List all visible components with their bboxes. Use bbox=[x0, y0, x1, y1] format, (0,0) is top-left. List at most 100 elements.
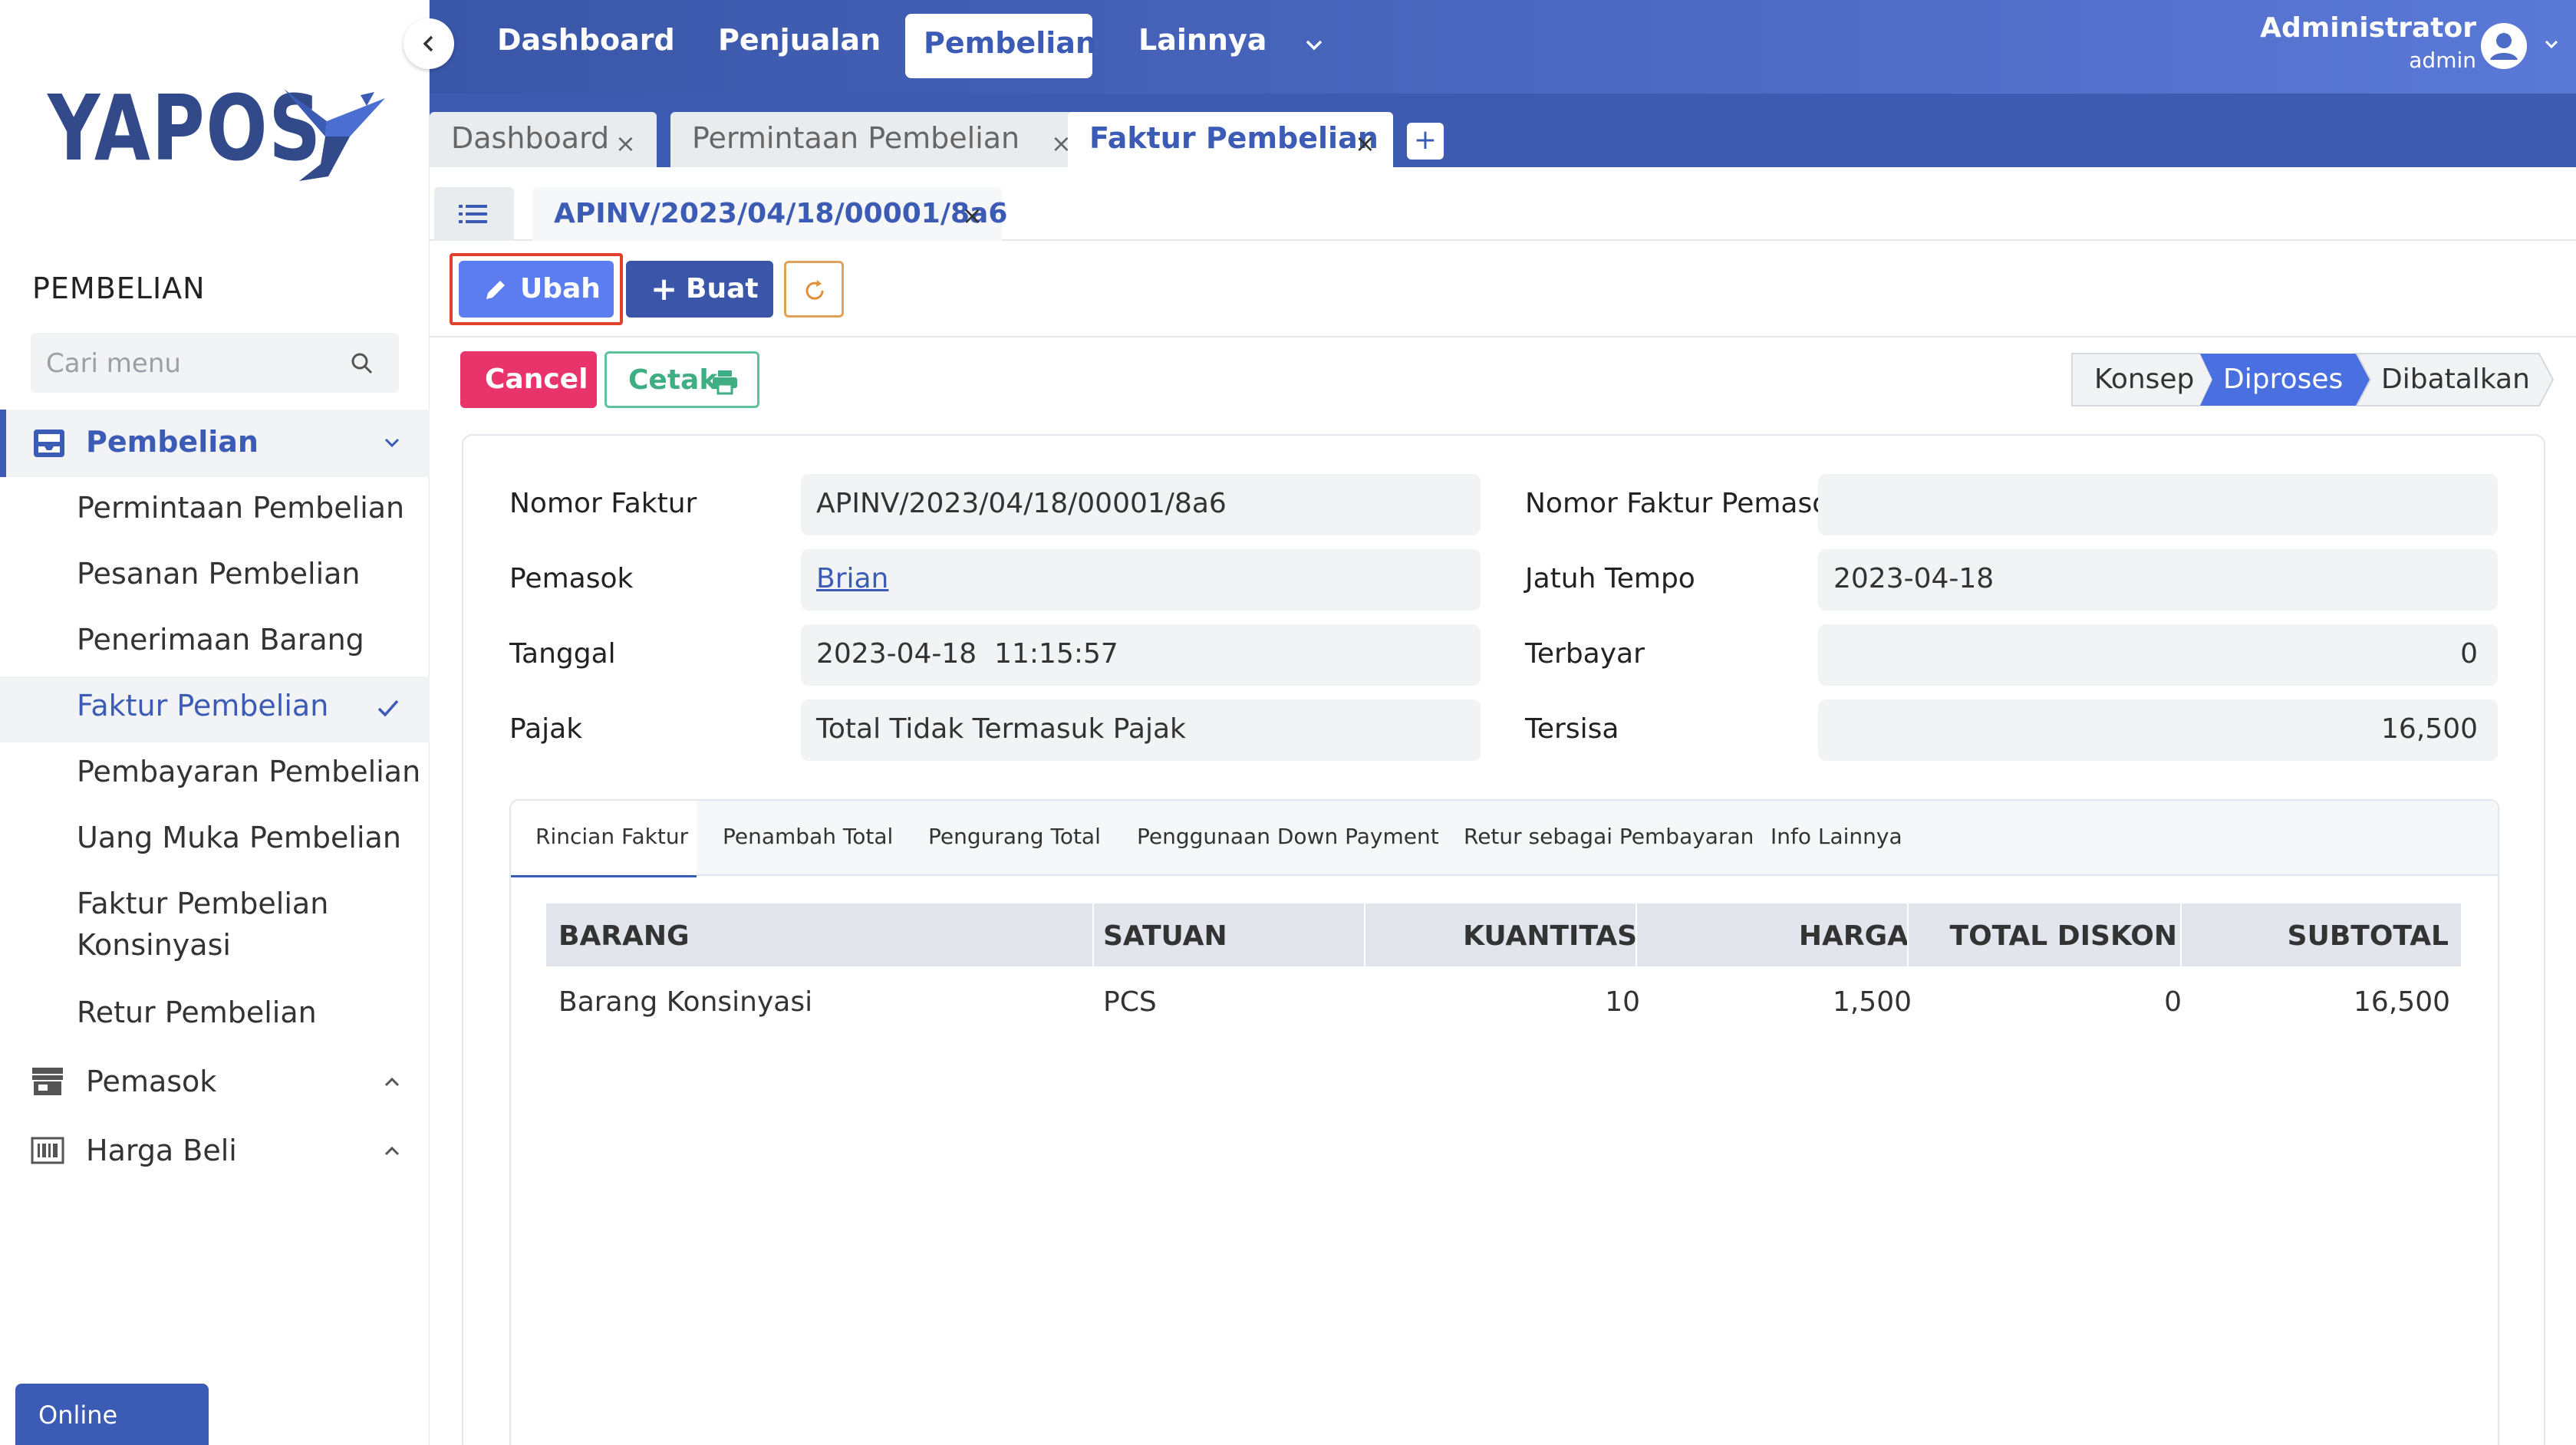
printer-icon bbox=[713, 370, 737, 395]
tab-penambah-total[interactable]: Penambah Total bbox=[723, 824, 893, 849]
sidebar-item-permintaan-pembelian[interactable]: Permintaan Pembelian bbox=[77, 491, 404, 525]
sidebar-group-pemasok[interactable]: Pemasok bbox=[0, 1051, 430, 1112]
user-avatar-icon[interactable] bbox=[2479, 21, 2528, 71]
user-role: admin bbox=[2409, 48, 2476, 73]
list-view-button[interactable] bbox=[434, 187, 514, 241]
sidebar-item-faktur-pembelian-konsinyasi-line2[interactable]: Konsinyasi bbox=[77, 928, 231, 962]
barcode-icon bbox=[31, 1137, 64, 1164]
add-tab-button[interactable]: + bbox=[1407, 123, 1444, 160]
sidebar-item-retur-pembelian[interactable]: Retur Pembelian bbox=[77, 996, 317, 1029]
nomor-faktur-field[interactable]: APINV/2023/04/18/00001/8a6 bbox=[801, 474, 1481, 535]
detail-tabs-panel: Rincian Faktur Penambah Total Pengurang … bbox=[509, 799, 2499, 1445]
print-button-label: Cetak bbox=[628, 364, 718, 396]
field-value: APINV/2023/04/18/00001/8a6 bbox=[816, 488, 1227, 519]
cancel-button[interactable]: Cancel bbox=[460, 351, 597, 408]
topnav-pembelian[interactable]: Pembelian bbox=[905, 14, 1096, 78]
sidebar-group-pembelian[interactable]: Pembelian bbox=[0, 410, 430, 477]
collapse-sidebar-button[interactable] bbox=[404, 18, 454, 69]
print-button[interactable]: Cetak bbox=[604, 351, 759, 408]
supplier-link[interactable]: Brian bbox=[816, 563, 888, 594]
sidebar-item-penerimaan-barang[interactable]: Penerimaan Barang bbox=[77, 623, 364, 657]
tanggal-field[interactable]: 2023-04-18 11:15:57 bbox=[801, 624, 1481, 686]
field-label-tersisa: Tersisa bbox=[1525, 713, 1619, 745]
table-header: BARANG SATUAN KUANTITAS HARGA TOTAL DISK… bbox=[546, 904, 2461, 966]
field-label-nomor-faktur-pemasok: Nomor Faktur Pemasok bbox=[1525, 488, 1846, 519]
check-icon bbox=[377, 699, 399, 717]
tab-faktur-pembelian[interactable]: Faktur Pembelian × bbox=[1068, 112, 1393, 167]
nomor-faktur-pemasok-field[interactable] bbox=[1818, 474, 2498, 535]
status-step-diproses: Diproses bbox=[2206, 353, 2363, 407]
field-value: 2023-04-18 11:15:57 bbox=[816, 638, 1118, 670]
column-divider bbox=[1092, 904, 1094, 966]
chevron-down-icon[interactable] bbox=[2542, 35, 2561, 54]
pajak-field[interactable]: Total Tidak Termasuk Pajak bbox=[801, 699, 1481, 761]
sidebar-item-pesanan-pembelian[interactable]: Pesanan Pembelian bbox=[77, 557, 361, 591]
action-toolbar: Ubah + Buat bbox=[430, 241, 2576, 337]
store-icon bbox=[32, 1068, 63, 1095]
sidebar-group-harga-beli[interactable]: Harga Beli bbox=[0, 1120, 430, 1181]
column-header-satuan: SATUAN bbox=[1103, 920, 1227, 952]
chevron-down-icon bbox=[384, 438, 400, 448]
sidebar-section-title: PEMBELIAN bbox=[32, 272, 206, 305]
refresh-button[interactable] bbox=[784, 261, 844, 318]
menu-search-input[interactable]: Cari menu bbox=[31, 333, 399, 393]
window-tabbar: Dashboard × Permintaan Pembelian × Faktu… bbox=[430, 94, 2576, 167]
close-icon[interactable]: × bbox=[1355, 129, 1375, 158]
top-navbar: Dashboard Penjualan Pembelian Lainnya Ad… bbox=[430, 0, 2576, 94]
topnav-penjualan[interactable]: Penjualan bbox=[718, 23, 881, 57]
chevron-left-icon bbox=[423, 35, 433, 52]
status-step-dibatalkan: Dibatalkan bbox=[2363, 353, 2547, 407]
close-icon[interactable]: × bbox=[962, 201, 983, 230]
close-icon[interactable]: × bbox=[615, 129, 636, 158]
status-step-label: Dibatalkan bbox=[2381, 364, 2530, 395]
document-tab[interactable]: APINV/2023/04/18/00001/8a6 × bbox=[532, 187, 1007, 241]
tab-info-lainnya[interactable]: Info Lainnya bbox=[1771, 824, 1902, 849]
tab-label: Dashboard bbox=[451, 121, 610, 155]
chevron-up-icon bbox=[384, 1077, 400, 1087]
tab-rincian-faktur[interactable]: Rincian Faktur bbox=[511, 801, 697, 877]
sidebar-item-pembayaran-pembelian[interactable]: Pembayaran Pembelian bbox=[77, 755, 420, 788]
column-divider bbox=[1364, 904, 1365, 966]
tersisa-field[interactable]: 16,500 bbox=[1818, 699, 2498, 761]
cell-harga: 1,500 bbox=[1832, 986, 1912, 1018]
topnav-lainnya[interactable]: Lainnya bbox=[1138, 23, 1267, 57]
inbox-icon bbox=[34, 430, 64, 457]
field-label-pemasok: Pemasok bbox=[509, 563, 634, 594]
edit-button[interactable]: Ubah bbox=[459, 261, 614, 318]
terbayar-field[interactable]: 0 bbox=[1818, 624, 2498, 686]
tab-label: Permintaan Pembelian bbox=[692, 121, 1020, 155]
field-value: Total Tidak Termasuk Pajak bbox=[816, 713, 1186, 745]
column-header-kuantitas: KUANTITAS bbox=[1463, 920, 1637, 952]
status-step-label: Diproses bbox=[2223, 364, 2344, 395]
topnav-dashboard[interactable]: Dashboard bbox=[497, 23, 675, 57]
status-step-konsep: Konsep bbox=[2071, 353, 2206, 407]
tab-dashboard[interactable]: Dashboard × bbox=[430, 112, 657, 167]
create-button[interactable]: + Buat bbox=[626, 261, 773, 318]
document-tab-label: APINV/2023/04/18/00001/8a6 bbox=[554, 198, 1008, 229]
column-divider bbox=[2180, 904, 2182, 966]
pemasok-field[interactable]: Brian bbox=[801, 549, 1481, 611]
jatuh-tempo-field[interactable]: 2023-04-18 bbox=[1818, 549, 2498, 611]
cell-barang: Barang Konsinyasi bbox=[558, 986, 813, 1018]
document-tab-row: APINV/2023/04/18/00001/8a6 × bbox=[430, 167, 2576, 241]
sidebar-item-uang-muka-pembelian[interactable]: Uang Muka Pembelian bbox=[77, 821, 401, 854]
sidebar-item-faktur-pembelian-konsinyasi[interactable]: Faktur Pembelian bbox=[77, 887, 328, 920]
tab-permintaan-pembelian[interactable]: Permintaan Pembelian × bbox=[670, 112, 1089, 167]
field-label-pajak: Pajak bbox=[509, 713, 583, 745]
chevron-down-icon[interactable] bbox=[1303, 34, 1326, 57]
field-label-terbayar: Terbayar bbox=[1525, 638, 1645, 670]
search-icon bbox=[351, 353, 373, 374]
tab-label: Faktur Pembelian bbox=[1089, 121, 1379, 155]
cell-kuantitas: 10 bbox=[1605, 986, 1640, 1018]
refresh-icon bbox=[805, 280, 824, 300]
tab-retur-sebagai-pembayaran[interactable]: Retur sebagai Pembayaran bbox=[1464, 824, 1754, 849]
field-value: 0 bbox=[2460, 638, 2478, 670]
bird-logo-icon bbox=[284, 89, 385, 181]
pencil-icon bbox=[486, 281, 505, 299]
sidebar-item-faktur-pembelian[interactable]: Faktur Pembelian bbox=[77, 689, 328, 722]
tab-penggunaan-down-payment[interactable]: Penggunaan Down Payment bbox=[1137, 824, 1439, 849]
topnav-pembelian-label: Pembelian bbox=[924, 26, 1096, 60]
field-value: 2023-04-18 bbox=[1833, 563, 1995, 594]
online-status-badge: Online bbox=[15, 1384, 209, 1445]
tab-pengurang-total[interactable]: Pengurang Total bbox=[928, 824, 1101, 849]
